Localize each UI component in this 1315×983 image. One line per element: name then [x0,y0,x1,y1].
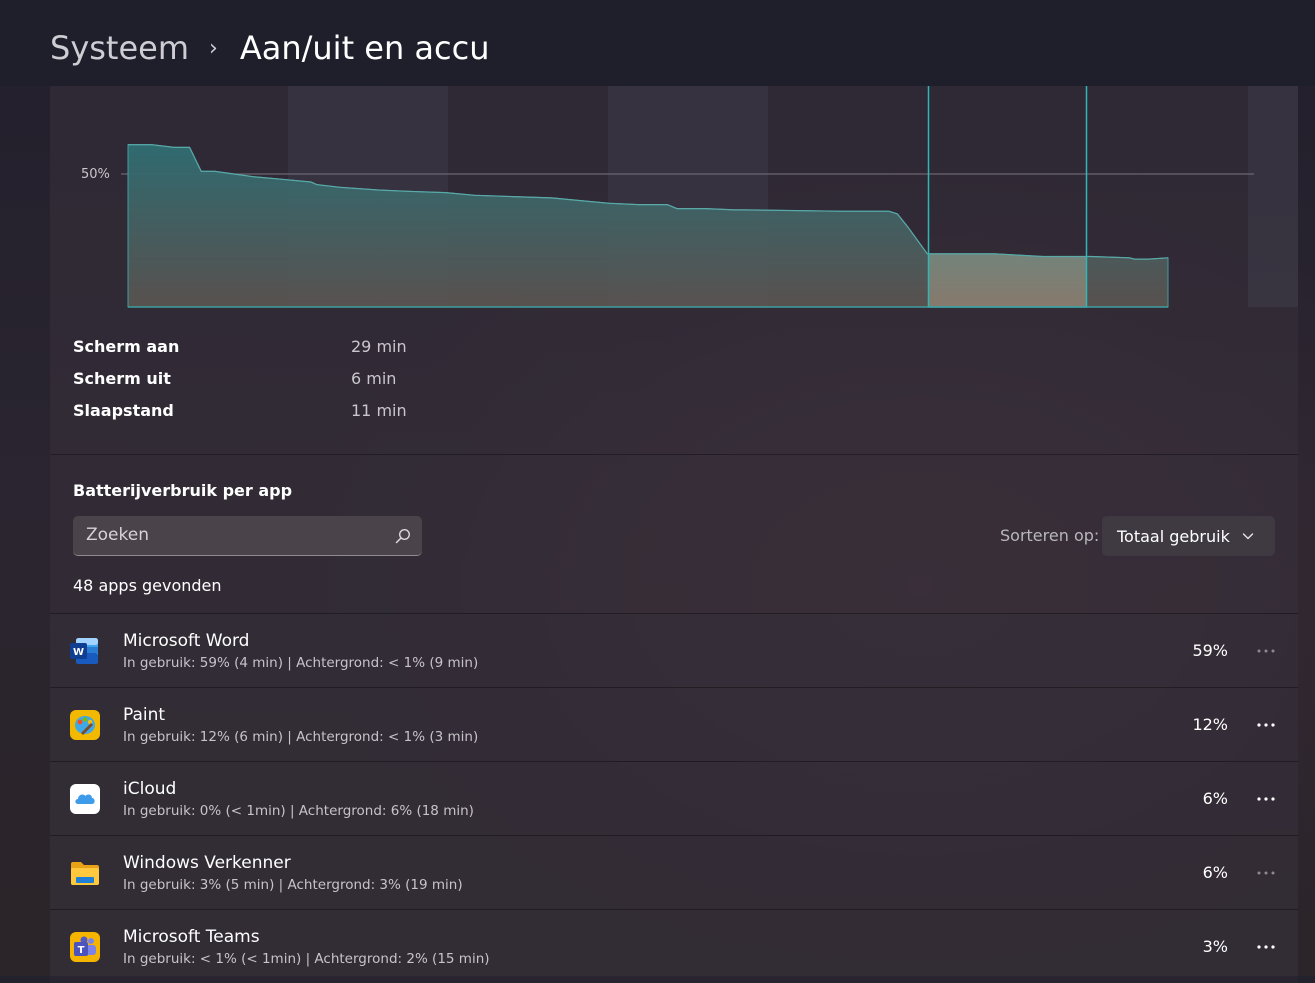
app-name: Microsoft Word [123,631,250,651]
search-box[interactable] [73,516,422,556]
stat-label: Scherm uit [73,369,171,388]
battery-chart-svg: 50% [81,86,1298,308]
app-usage-detail: In gebruik: 12% (6 min) | Achtergrond: <… [123,729,479,745]
y-axis-tick-label: 50% [81,167,110,182]
stat-value: 11 min [351,401,407,420]
battery-panel: 50% Scherm aan 29 min Scherm uit 6 min S… [50,86,1298,983]
app-name: Paint [123,705,166,725]
app-usage-percent: 12% [1192,715,1228,734]
app-name: iCloud [123,779,177,799]
chevron-down-icon [1242,533,1254,540]
more-options-button[interactable] [1250,932,1282,962]
sort-dropdown[interactable]: Totaal gebruik [1102,516,1275,556]
title-bar: Systeem › Aan/uit en accu [0,0,1315,86]
sort-selected-value: Totaal gebruik [1117,527,1230,546]
app-name: Windows Verkenner [123,853,291,873]
svg-text:T: T [78,945,85,956]
folder-icon [71,862,99,885]
stat-value: 6 min [351,369,397,388]
more-options-icon [1257,871,1275,875]
paint-icon [70,710,100,740]
app-usage-percent: 6% [1202,789,1228,808]
stat-value: 29 min [351,337,407,356]
stat-label: Slaapstand [73,401,174,420]
chevron-right-icon: › [209,35,218,61]
app-usage-detail: In gebruik: 3% (5 min) | Achtergrond: 3%… [123,877,463,893]
icloud-icon [70,784,100,814]
app-row-microsoft-teams[interactable]: T Microsoft Teams In gebruik: < 1% (< 1m… [50,909,1298,983]
teams-icon: T [70,932,100,962]
more-options-button[interactable] [1250,784,1282,814]
search-input[interactable] [73,516,383,554]
app-row-icloud[interactable]: iCloud In gebruik: 0% (< 1min) | Achterg… [50,761,1298,835]
page-title: Aan/uit en accu [239,29,490,67]
more-options-icon [1257,945,1275,949]
breadcrumb-parent-link[interactable]: Systeem [50,29,189,67]
more-options-button[interactable] [1250,636,1282,666]
svg-text:W: W [73,647,84,658]
section-title: Batterijverbruik per app [73,481,293,500]
app-usage-detail: In gebruik: < 1% (< 1min) | Achtergrond:… [123,951,490,967]
app-usage-percent: 3% [1202,937,1228,956]
sort-label: Sorteren op: [1000,526,1100,545]
section-divider [50,454,1298,455]
app-name: Microsoft Teams [123,927,260,947]
search-icon[interactable] [395,528,411,544]
app-usage-percent: 6% [1202,863,1228,882]
breadcrumb: Systeem › Aan/uit en accu [50,26,490,70]
app-usage-detail: In gebruik: 0% (< 1min) | Achtergrond: 6… [123,803,474,819]
more-options-icon [1257,723,1275,727]
word-icon: W [70,638,98,664]
app-row-windows-verkenner[interactable]: Windows Verkenner In gebruik: 3% (5 min)… [50,835,1298,909]
battery-level-chart: 50% [50,86,1298,326]
app-usage-detail: In gebruik: 59% (4 min) | Achtergrond: <… [123,655,479,671]
app-row-paint[interactable]: Paint In gebruik: 12% (6 min) | Achtergr… [50,687,1298,761]
stat-label: Scherm aan [73,337,180,356]
more-options-button[interactable] [1250,858,1282,888]
apps-count: 48 apps gevonden [73,576,222,595]
app-row-microsoft-word[interactable]: W Microsoft Word In gebruik: 59% (4 min)… [50,613,1298,687]
more-options-icon [1257,649,1275,653]
app-usage-percent: 59% [1192,641,1228,660]
more-options-button[interactable] [1250,710,1282,740]
more-options-icon [1257,797,1275,801]
chart-time-segment[interactable] [1248,86,1298,307]
